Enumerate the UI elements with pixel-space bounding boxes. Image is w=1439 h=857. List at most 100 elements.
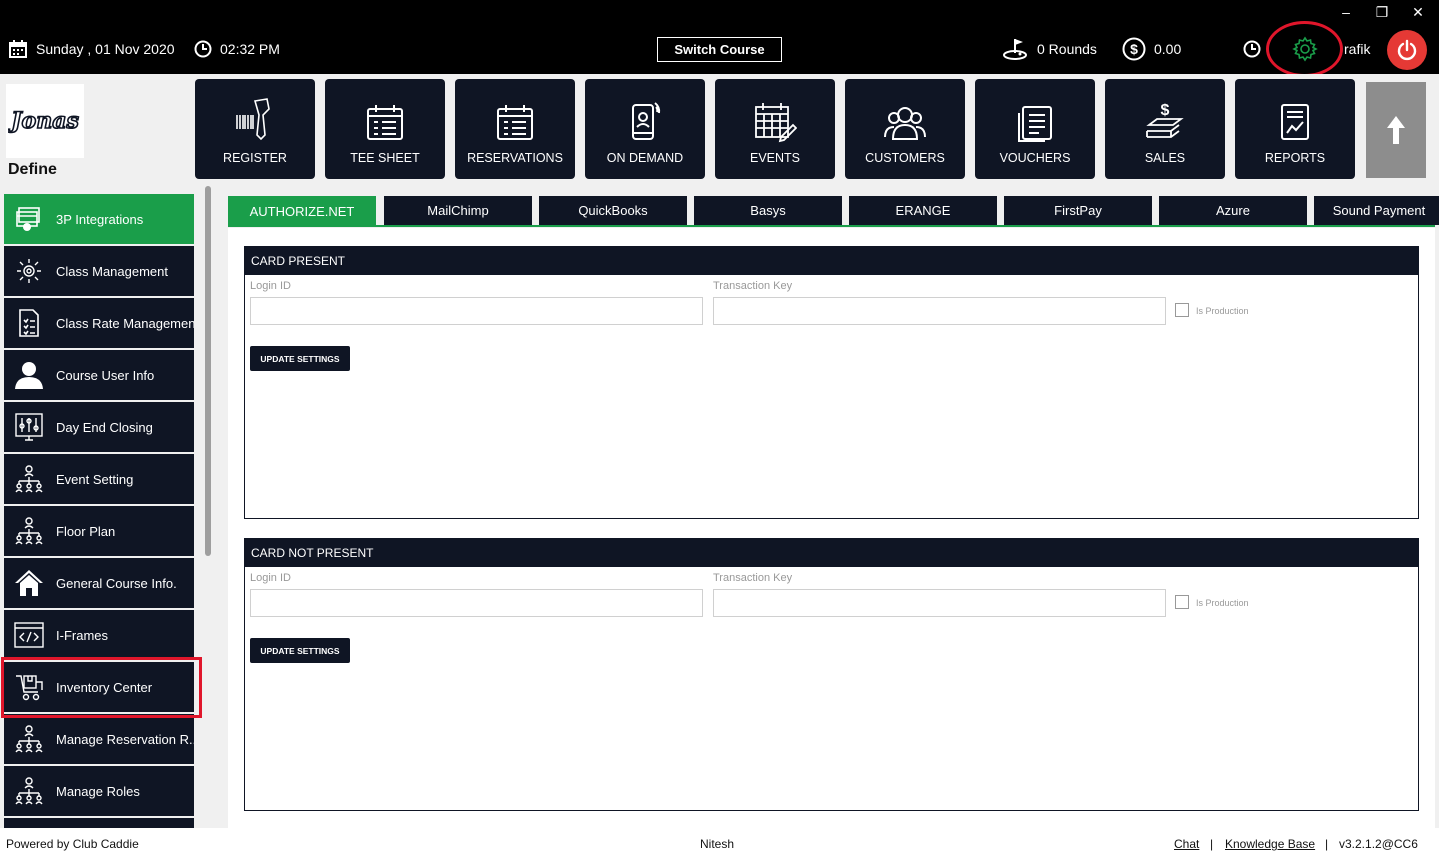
close-icon[interactable]: ✕ xyxy=(1411,4,1425,21)
sidebar-item-label: 3P Integrations xyxy=(56,211,144,227)
nav-customers-label: CUSTOMERS xyxy=(865,151,945,165)
sidebar-item-label: Day End Closing xyxy=(56,419,153,435)
clock-history-icon[interactable] xyxy=(1243,40,1261,58)
nav-register-label: REGISTER xyxy=(223,151,287,165)
panel-title: CARD NOT PRESENT xyxy=(245,539,1418,567)
tab-underline xyxy=(228,225,1435,227)
tab-mailchimp[interactable]: MailChimp xyxy=(384,196,532,225)
nav-reservations[interactable]: RESERVATIONS xyxy=(455,79,575,179)
panel-title: CARD PRESENT xyxy=(245,247,1418,275)
tab-firstpay[interactable]: FirstPay xyxy=(1004,196,1152,225)
sidebar-item-label: Event Setting xyxy=(56,471,134,487)
update-settings-button[interactable]: UPDATE SETTINGS xyxy=(250,638,350,663)
transaction-key-label: Transaction Key xyxy=(713,280,793,292)
tab-content: CARD PRESENT Login ID Transaction Key Is… xyxy=(228,228,1435,828)
sidebar-item-class-management[interactable]: Class Management xyxy=(4,246,194,296)
user-text: rafik xyxy=(1344,41,1371,57)
nav-sales[interactable]: $ SALES xyxy=(1105,79,1225,179)
sidebar-item-course-user-info[interactable]: Course User Info xyxy=(4,350,194,400)
update-settings-button[interactable]: UPDATE SETTINGS xyxy=(250,346,350,371)
main-content: AUTHORIZE.NET MailChimp QuickBooks Basys… xyxy=(218,184,1439,828)
power-icon xyxy=(1397,39,1417,61)
transaction-key-input[interactable] xyxy=(713,297,1166,325)
date-text: Sunday , 01 Nov 2020 xyxy=(36,41,175,57)
amount-display: $ 0.00 xyxy=(1122,24,1181,74)
date-display: Sunday , 01 Nov 2020 xyxy=(8,24,175,74)
minimize-icon[interactable]: – xyxy=(1339,4,1353,21)
nav-events[interactable]: EVENTS xyxy=(715,79,835,179)
chat-link[interactable]: Chat xyxy=(1174,837,1199,851)
user-name: rafik xyxy=(1344,24,1370,74)
is-production-label: Is Production xyxy=(1196,306,1249,316)
sidebar-item-class-rate-management[interactable]: Class Rate Management xyxy=(4,298,194,348)
golf-flag-icon xyxy=(1003,39,1027,60)
calendar-list-icon xyxy=(497,105,533,140)
nav-reports-label: REPORTS xyxy=(1264,151,1326,165)
tab-azure[interactable]: Azure xyxy=(1159,196,1307,225)
nav-events-label: EVENTS xyxy=(749,151,800,165)
card-present-panel: CARD PRESENT Login ID Transaction Key Is… xyxy=(244,246,1419,519)
nav-customers[interactable]: CUSTOMERS xyxy=(845,79,965,179)
dollar-icon: $ xyxy=(1122,37,1146,61)
footer-separator: | xyxy=(1210,837,1214,851)
sidebar-item-event-setting[interactable]: Event Setting xyxy=(4,454,194,504)
nav-on-demand-label: ON DEMAND xyxy=(606,151,684,165)
login-id-input[interactable] xyxy=(250,589,703,617)
org-chart-icon xyxy=(14,776,44,806)
header-row: Jonas Define REGISTER TEE SHEET RESERVAT… xyxy=(0,74,1439,184)
nav-reports[interactable]: REPORTS xyxy=(1235,79,1355,179)
annotation-circle xyxy=(1266,21,1343,77)
org-chart-icon xyxy=(14,516,44,546)
card-not-present-panel: CARD NOT PRESENT Login ID Transaction Ke… xyxy=(244,538,1419,811)
sidebar-item-3p-integrations[interactable]: 3P Integrations xyxy=(4,194,194,244)
sidebar-item-partial[interactable] xyxy=(4,818,194,828)
tab-basys[interactable]: Basys xyxy=(694,196,842,225)
history-clock[interactable] xyxy=(1243,24,1261,74)
nav-on-demand[interactable]: ON DEMAND xyxy=(585,79,705,179)
powered-by-text: Powered by Club Caddie xyxy=(6,837,139,851)
nav-tee-sheet-label: TEE SHEET xyxy=(350,151,420,165)
version-text: v3.2.1.2@CC6 xyxy=(1339,837,1418,851)
power-button[interactable] xyxy=(1387,30,1427,70)
nav-tee-sheet[interactable]: TEE SHEET xyxy=(325,79,445,179)
restore-icon[interactable]: ❐ xyxy=(1375,4,1389,21)
sidebar-item-day-end-closing[interactable]: Day End Closing xyxy=(4,402,194,452)
login-id-input[interactable] xyxy=(250,297,703,325)
events-calendar-icon xyxy=(755,103,797,143)
sidebar-item-i-frames[interactable]: I-Frames xyxy=(4,610,194,660)
sidebar-item-label: Floor Plan xyxy=(56,523,116,539)
customers-icon xyxy=(884,107,926,140)
sidebar-item-label: General Course Info. xyxy=(56,575,177,591)
nav-vouchers[interactable]: VOUCHERS xyxy=(975,79,1095,179)
scroll-up-button[interactable] xyxy=(1366,82,1426,178)
sidebar-item-label: Manage Roles xyxy=(56,783,140,799)
tab-sound-payment[interactable]: Sound Payment xyxy=(1314,196,1439,225)
footer: Powered by Club Caddie Nitesh Chat | Kno… xyxy=(0,828,1439,857)
is-production-checkbox[interactable] xyxy=(1175,595,1189,609)
sidebar-item-general-course-info[interactable]: General Course Info. xyxy=(4,558,194,608)
login-id-label: Login ID xyxy=(250,280,291,292)
tab-erange[interactable]: ERANGE xyxy=(849,196,997,225)
sidebar-item-floor-plan[interactable]: Floor Plan xyxy=(4,506,194,556)
sidebar-item-manage-roles[interactable]: Manage Roles xyxy=(4,766,194,816)
sidebar-item-manage-reservation[interactable]: Manage Reservation R... xyxy=(4,714,194,764)
top-bar: Sunday , 01 Nov 2020 02:32 PM Switch Cou… xyxy=(0,24,1439,74)
vouchers-icon xyxy=(1018,106,1052,142)
is-production-checkbox[interactable] xyxy=(1175,303,1189,317)
sidebar-scrollbar[interactable] xyxy=(205,186,211,556)
clock-icon xyxy=(194,40,212,58)
jonas-logo: Jonas xyxy=(6,84,84,158)
sidebar-item-label: Class Rate Management xyxy=(56,315,194,331)
define-label: Define xyxy=(8,161,57,178)
checklist-icon xyxy=(14,308,44,338)
nav-register[interactable]: REGISTER xyxy=(195,79,315,179)
nav-vouchers-label: VOUCHERS xyxy=(999,151,1071,165)
knowledge-base-link[interactable]: Knowledge Base xyxy=(1225,837,1315,851)
transaction-key-input[interactable] xyxy=(713,589,1166,617)
integration-icon xyxy=(14,204,44,234)
tab-authorize-net[interactable]: AUTHORIZE.NET xyxy=(228,196,376,226)
tab-quickbooks[interactable]: QuickBooks xyxy=(539,196,687,225)
switch-course-button[interactable]: Switch Course xyxy=(657,37,782,62)
is-production-label: Is Production xyxy=(1196,598,1249,608)
integration-tabs: AUTHORIZE.NET MailChimp QuickBooks Basys… xyxy=(228,196,1439,226)
